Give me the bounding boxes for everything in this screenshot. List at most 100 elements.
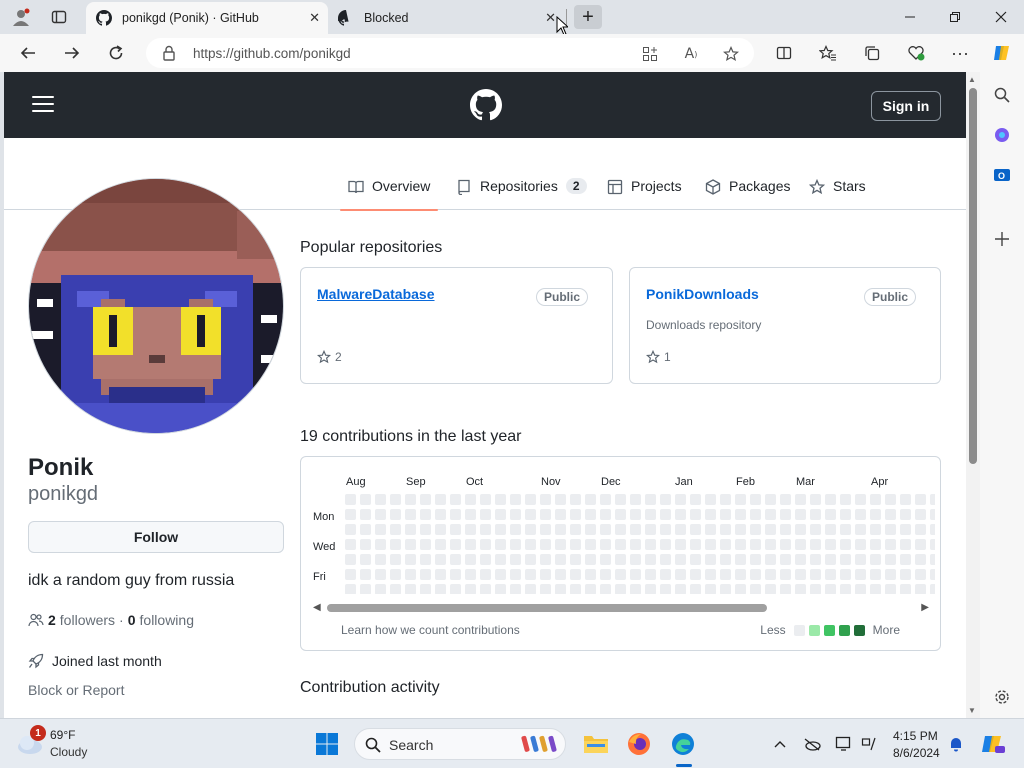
contribution-day-cell[interactable]	[645, 539, 656, 550]
contribution-day-cell[interactable]	[660, 509, 671, 520]
contribution-day-cell[interactable]	[360, 539, 371, 550]
contribution-day-cell[interactable]	[870, 524, 881, 535]
contribution-day-cell[interactable]	[795, 509, 806, 520]
contribution-day-cell[interactable]	[420, 554, 431, 565]
contribution-day-cell[interactable]	[630, 524, 641, 535]
scroll-down-icon[interactable]: ▼	[968, 706, 976, 715]
contribution-day-cell[interactable]	[660, 554, 671, 565]
contribution-day-cell[interactable]	[675, 539, 686, 550]
contribution-day-cell[interactable]	[765, 584, 776, 594]
start-button[interactable]	[312, 729, 342, 759]
contribution-day-cell[interactable]	[465, 554, 476, 565]
contribution-day-cell[interactable]	[420, 539, 431, 550]
contribution-day-cell[interactable]	[390, 539, 401, 550]
contribution-day-cell[interactable]	[750, 584, 761, 594]
contribution-day-cell[interactable]	[615, 494, 626, 505]
contribution-day-cell[interactable]	[720, 524, 731, 535]
contribution-day-cell[interactable]	[840, 509, 851, 520]
contribution-day-cell[interactable]	[660, 524, 671, 535]
tab-packages[interactable]: Packages	[705, 170, 790, 210]
contribution-day-cell[interactable]	[840, 539, 851, 550]
contribution-day-cell[interactable]	[810, 509, 821, 520]
contribution-day-cell[interactable]	[450, 569, 461, 580]
contribution-day-cell[interactable]	[750, 554, 761, 565]
contribution-day-cell[interactable]	[360, 524, 371, 535]
contribution-day-cell[interactable]	[645, 569, 656, 580]
contribution-day-cell[interactable]	[795, 569, 806, 580]
contribution-day-cell[interactable]	[585, 554, 596, 565]
contribution-day-cell[interactable]	[465, 494, 476, 505]
contribution-day-cell[interactable]	[690, 569, 701, 580]
contribution-day-cell[interactable]	[600, 569, 611, 580]
refresh-button[interactable]	[104, 41, 128, 65]
contribution-day-cell[interactable]	[915, 524, 926, 535]
contribution-day-cell[interactable]	[585, 509, 596, 520]
contribution-day-cell[interactable]	[765, 539, 776, 550]
contribution-day-cell[interactable]	[750, 569, 761, 580]
contribution-day-cell[interactable]	[450, 584, 461, 594]
firefox-button[interactable]	[624, 729, 654, 759]
contribution-day-cell[interactable]	[375, 524, 386, 535]
contribution-day-cell[interactable]	[570, 569, 581, 580]
contribution-day-cell[interactable]	[690, 539, 701, 550]
contribution-day-cell[interactable]	[915, 554, 926, 565]
clock-date[interactable]: 8/6/2024	[893, 746, 940, 760]
contribution-day-cell[interactable]	[615, 509, 626, 520]
tab-repositories[interactable]: Repositories 2	[456, 170, 587, 210]
contribution-day-cell[interactable]	[525, 569, 536, 580]
contribution-day-cell[interactable]	[525, 494, 536, 505]
contribution-day-cell[interactable]	[540, 569, 551, 580]
contribution-day-cell[interactable]	[840, 524, 851, 535]
contribution-day-cell[interactable]	[735, 524, 746, 535]
contribution-day-cell[interactable]	[585, 524, 596, 535]
contribution-day-cell[interactable]	[450, 539, 461, 550]
repo-name-link[interactable]: MalwareDatabase	[317, 286, 435, 302]
scroll-left-icon[interactable]: ◀	[313, 602, 321, 613]
contribution-day-cell[interactable]	[405, 554, 416, 565]
contribution-day-cell[interactable]	[885, 584, 896, 594]
contribution-day-cell[interactable]	[480, 539, 491, 550]
contribution-day-cell[interactable]	[675, 554, 686, 565]
contribution-day-cell[interactable]	[630, 554, 641, 565]
contribution-day-cell[interactable]	[600, 494, 611, 505]
contribution-day-cell[interactable]	[780, 539, 791, 550]
contribution-day-cell[interactable]	[420, 569, 431, 580]
contribution-day-cell[interactable]	[825, 539, 836, 550]
contribution-day-cell[interactable]	[690, 554, 701, 565]
contribution-day-cell[interactable]	[360, 554, 371, 565]
contribution-day-cell[interactable]	[675, 584, 686, 594]
display-tray-icon[interactable]	[834, 734, 854, 754]
contribution-day-cell[interactable]	[465, 569, 476, 580]
contribution-day-cell[interactable]	[705, 554, 716, 565]
contribution-day-cell[interactable]	[780, 569, 791, 580]
contribution-day-cell[interactable]	[615, 584, 626, 594]
contribution-day-cell[interactable]	[570, 524, 581, 535]
contribution-day-cell[interactable]	[825, 554, 836, 565]
contribution-day-cell[interactable]	[390, 524, 401, 535]
contribution-day-cell[interactable]	[510, 569, 521, 580]
contribution-day-cell[interactable]	[540, 494, 551, 505]
contribution-day-cell[interactable]	[780, 584, 791, 594]
contribution-day-cell[interactable]	[345, 569, 356, 580]
contribution-day-cell[interactable]	[435, 524, 446, 535]
scrollbar-thumb[interactable]	[969, 88, 977, 464]
contribution-day-cell[interactable]	[450, 509, 461, 520]
contribution-day-cell[interactable]	[435, 569, 446, 580]
contribution-day-cell[interactable]	[600, 524, 611, 535]
back-button[interactable]	[16, 41, 40, 65]
contribution-day-cell[interactable]	[405, 509, 416, 520]
contribution-day-cell[interactable]	[420, 494, 431, 505]
contribution-day-cell[interactable]	[930, 524, 935, 535]
contribution-day-cell[interactable]	[810, 524, 821, 535]
contribution-day-cell[interactable]	[600, 584, 611, 594]
contribution-day-cell[interactable]	[660, 539, 671, 550]
contribution-day-cell[interactable]	[855, 524, 866, 535]
contribution-day-cell[interactable]	[750, 524, 761, 535]
collections-button[interactable]	[860, 41, 884, 65]
contribution-day-cell[interactable]	[570, 554, 581, 565]
contribution-day-cell[interactable]	[585, 539, 596, 550]
contribution-day-cell[interactable]	[810, 554, 821, 565]
contribution-day-cell[interactable]	[540, 539, 551, 550]
copilot-button[interactable]	[990, 41, 1014, 65]
contribution-day-cell[interactable]	[720, 494, 731, 505]
